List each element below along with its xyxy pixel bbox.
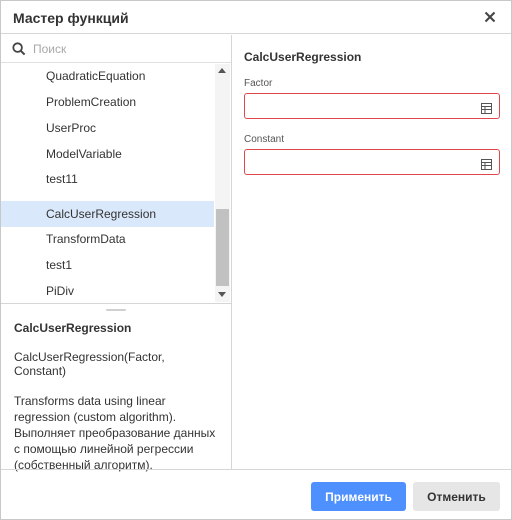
close-icon[interactable] xyxy=(481,8,499,26)
param-label-factor: Factor xyxy=(244,78,273,89)
table-icon[interactable] xyxy=(481,157,492,170)
factor-input[interactable] xyxy=(251,98,471,114)
description-title: CalcUserRegression xyxy=(14,321,132,335)
description-text: Transforms data using linear regression … xyxy=(14,394,216,472)
factor-field xyxy=(244,93,500,119)
dialog-title: Мастер функций xyxy=(13,10,129,26)
search-icon xyxy=(12,42,26,56)
list-item[interactable]: ProblemCreation xyxy=(1,89,214,115)
function-name: CalcUserRegression xyxy=(244,50,362,64)
constant-input[interactable] xyxy=(251,154,471,170)
chevron-down-icon[interactable] xyxy=(218,292,226,297)
param-label-constant: Constant xyxy=(244,134,285,145)
scrollbar-thumb[interactable] xyxy=(216,209,229,286)
dialog-titlebar: Мастер функций xyxy=(1,1,511,34)
function-arguments-pane: CalcUserRegression Factor Constant xyxy=(233,35,511,469)
constant-field xyxy=(244,149,500,175)
apply-button[interactable]: Применить xyxy=(311,482,406,511)
list-item[interactable]: QuadraticEquation xyxy=(1,64,214,89)
splitter-grip[interactable] xyxy=(106,309,126,311)
chevron-up-icon[interactable] xyxy=(218,68,226,73)
dialog-footer: Применить Отменить xyxy=(1,469,511,519)
search-input[interactable] xyxy=(33,40,223,58)
function-description: CalcUserRegression CalcUserRegression(Fa… xyxy=(14,321,219,473)
list-item[interactable]: PiDiv xyxy=(1,278,214,302)
function-wizard-dialog: Мастер функций QuadraticEquation Problem… xyxy=(0,0,512,520)
table-icon[interactable] xyxy=(481,101,492,114)
function-list: QuadraticEquation ProblemCreation UserPr… xyxy=(1,64,214,302)
pane-splitter[interactable] xyxy=(1,303,231,304)
list-item[interactable]: test11 xyxy=(1,166,214,192)
description-signature: CalcUserRegression(Factor, Constant) xyxy=(14,350,165,378)
list-scrollbar[interactable] xyxy=(215,64,230,302)
list-item[interactable]: TransformData xyxy=(1,226,214,252)
cancel-button[interactable]: Отменить xyxy=(413,482,500,511)
list-item[interactable]: ModelVariable xyxy=(1,141,214,167)
list-item[interactable]: test1 xyxy=(1,252,214,278)
search-bar xyxy=(1,35,231,63)
function-list-pane: QuadraticEquation ProblemCreation UserPr… xyxy=(1,35,232,472)
list-item-selected[interactable]: CalcUserRegression xyxy=(1,201,214,227)
list-item[interactable]: UserProc xyxy=(1,115,214,141)
